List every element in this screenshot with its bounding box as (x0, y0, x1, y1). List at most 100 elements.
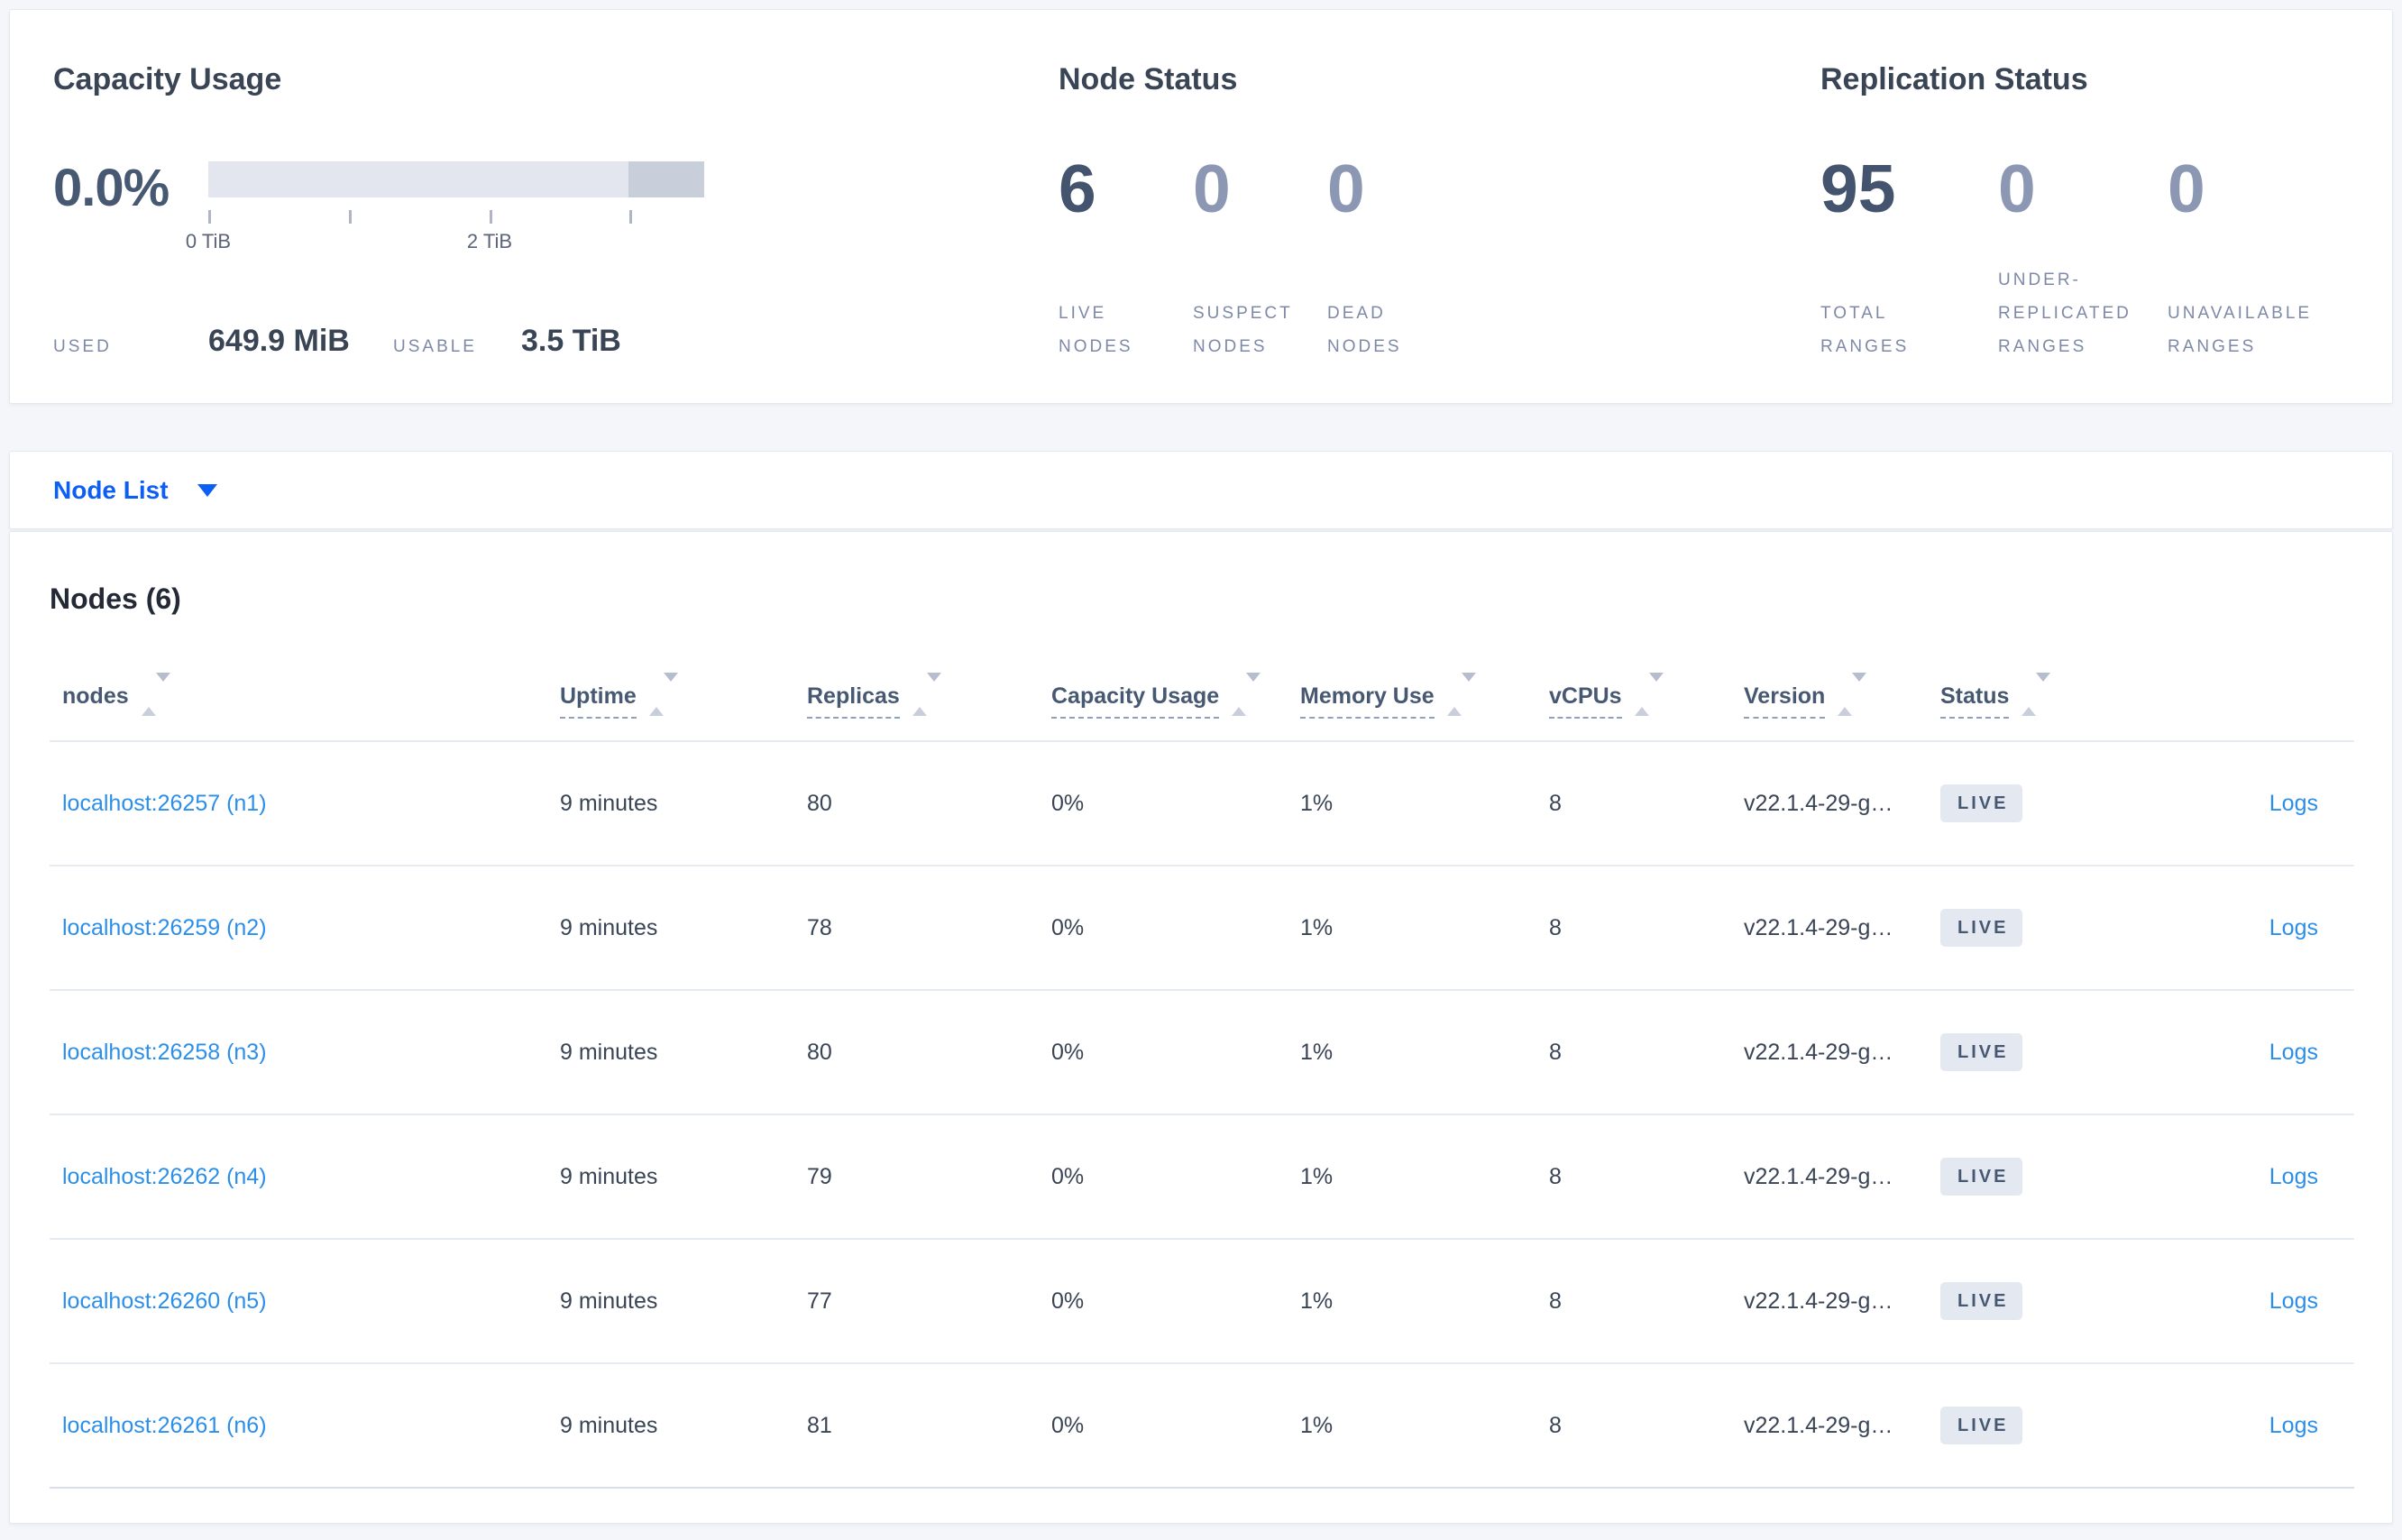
replicas-cell: 79 (807, 1114, 1051, 1240)
unavailable-ranges-label: UNAVAILABLE RANGES (2168, 304, 2313, 356)
sort-icon (1232, 673, 1261, 716)
column-header-memory-use[interactable]: Memory Use (1300, 619, 1549, 742)
sort-icon (141, 673, 170, 716)
version-cell: v22.1.4-29-g… (1744, 866, 1940, 991)
uptime-cell: 9 minutes (560, 866, 807, 991)
table-row: localhost:26262 (n4) 9 minutes 79 0% 1% … (50, 1114, 2354, 1240)
capacity-usage-summary: USED 649.9 MiB USABLE 3.5 TiB (53, 324, 738, 367)
usable-value: 3.5 TiB (521, 324, 621, 358)
sort-icon (1634, 673, 1664, 716)
column-header-nodes[interactable]: nodes (50, 619, 560, 742)
logs-link[interactable]: Logs (2269, 791, 2318, 816)
logs-link[interactable]: Logs (2269, 915, 2318, 940)
nodes-table: nodes Uptime Replicas Capacity Usage Mem… (50, 619, 2354, 1489)
version-cell: v22.1.4-29-g… (1744, 1114, 1940, 1240)
node-status-section: Node Status 6 0 0 LIVE NODES SUSPECT NOD… (1059, 10, 1744, 403)
node-link[interactable]: localhost:26262 (n4) (62, 1164, 267, 1189)
capacity-axis-ticks (208, 210, 704, 225)
column-header-replicas[interactable]: Replicas (807, 619, 1051, 742)
node-link[interactable]: localhost:26259 (n2) (62, 915, 267, 940)
capacity-cell: 0% (1051, 866, 1300, 991)
under-replicated-ranges-value: 0 (1998, 151, 2036, 226)
capacity-cell: 0% (1051, 990, 1300, 1115)
replicas-cell: 77 (807, 1239, 1051, 1364)
vcpus-cell: 8 (1549, 1114, 1744, 1240)
replicas-cell: 78 (807, 866, 1051, 991)
vcpus-cell: 8 (1549, 1239, 1744, 1364)
under-replicated-ranges-label: UNDER-REPLICATED RANGES (1998, 270, 2132, 356)
status-badge: LIVE (1940, 909, 2023, 947)
table-row: localhost:26259 (n2) 9 minutes 78 0% 1% … (50, 866, 2354, 991)
status-badge: LIVE (1940, 1282, 2023, 1320)
cluster-summary-card: Capacity Usage 0.0% 0 TiB 2 TiB USED 649… (9, 9, 2393, 404)
node-link[interactable]: localhost:26258 (n3) (62, 1040, 267, 1065)
dead-nodes-label: DEAD NODES (1327, 304, 1402, 356)
total-ranges-value: 95 (1820, 151, 1896, 226)
capacity-cell: 0% (1051, 1363, 1300, 1489)
memory-cell: 1% (1300, 1114, 1549, 1240)
uptime-cell: 9 minutes (560, 741, 807, 866)
nodes-table-card: Nodes (6) nodes Uptime Replicas Capacity… (9, 531, 2393, 1524)
column-header-status[interactable]: Status (1940, 619, 2139, 742)
node-status-values: 6 0 0 (1059, 152, 1462, 225)
table-row: localhost:26261 (n6) 9 minutes 81 0% 1% … (50, 1363, 2354, 1489)
column-header-vcpus[interactable]: vCPUs (1549, 619, 1744, 742)
replication-status-labels: TOTAL RANGES UNDER-REPLICATED RANGES UNA… (1820, 263, 2361, 363)
table-row: localhost:26260 (n5) 9 minutes 77 0% 1% … (50, 1239, 2354, 1364)
memory-cell: 1% (1300, 741, 1549, 866)
table-header-row: nodes Uptime Replicas Capacity Usage Mem… (50, 619, 2354, 742)
replication-status-title: Replication Status (1820, 62, 2088, 96)
column-header-uptime[interactable]: Uptime (560, 619, 807, 742)
uptime-cell: 9 minutes (560, 1363, 807, 1489)
sort-icon (648, 673, 678, 716)
status-badge: LIVE (1940, 1407, 2023, 1444)
unavailable-ranges-value: 0 (2168, 151, 2205, 226)
logs-link[interactable]: Logs (2269, 1164, 2318, 1189)
capacity-cell: 0% (1051, 1114, 1300, 1240)
node-link[interactable]: localhost:26261 (n6) (62, 1413, 267, 1438)
capacity-tick-label-2: 2 TiB (466, 230, 513, 252)
uptime-cell: 9 minutes (560, 990, 807, 1115)
used-value: 649.9 MiB (208, 324, 350, 358)
replicas-cell: 81 (807, 1363, 1051, 1489)
replicas-cell: 80 (807, 741, 1051, 866)
capacity-percent-value: 0.0% (53, 159, 170, 217)
usable-label: USABLE (393, 337, 477, 356)
chevron-down-icon (197, 483, 217, 497)
node-link[interactable]: localhost:26260 (n5) (62, 1288, 267, 1314)
logs-link[interactable]: Logs (2269, 1288, 2318, 1314)
vcpus-cell: 8 (1549, 866, 1744, 991)
status-badge: LIVE (1940, 1158, 2023, 1196)
status-badge: LIVE (1940, 784, 2023, 822)
uptime-cell: 9 minutes (560, 1114, 807, 1240)
used-label: USED (53, 337, 112, 356)
total-ranges-label: TOTAL RANGES (1820, 304, 1910, 356)
nodes-table-heading: Nodes (6) (50, 582, 181, 615)
node-list-dropdown-label: Node List (53, 475, 169, 504)
capacity-bar-dark-segment (628, 161, 704, 197)
logs-link[interactable]: Logs (2269, 1413, 2318, 1438)
memory-cell: 1% (1300, 1239, 1549, 1364)
replicas-cell: 80 (807, 990, 1051, 1115)
memory-cell: 1% (1300, 866, 1549, 991)
live-nodes-label: LIVE NODES (1059, 304, 1133, 356)
capacity-usage-section: Capacity Usage 0.0% 0 TiB 2 TiB USED 649… (53, 10, 738, 403)
status-badge: LIVE (1940, 1033, 2023, 1071)
memory-cell: 1% (1300, 990, 1549, 1115)
vcpus-cell: 8 (1549, 990, 1744, 1115)
column-header-capacity-usage[interactable]: Capacity Usage (1051, 619, 1300, 742)
table-row: localhost:26258 (n3) 9 minutes 80 0% 1% … (50, 990, 2354, 1115)
capacity-usage-bar (208, 161, 704, 197)
node-list-dropdown[interactable]: Node List (53, 476, 217, 505)
sort-icon (2022, 673, 2051, 716)
node-link[interactable]: localhost:26257 (n1) (62, 791, 267, 816)
column-header-version[interactable]: Version (1744, 619, 1940, 742)
replication-status-section: Replication Status 95 0 0 TOTAL RANGES U… (1820, 10, 2361, 403)
logs-link[interactable]: Logs (2269, 1040, 2318, 1065)
dead-nodes-value: 0 (1327, 151, 1365, 226)
capacity-tick-label-0: 0 TiB (185, 230, 232, 252)
capacity-usage-title: Capacity Usage (53, 62, 282, 96)
capacity-cell: 0% (1051, 1239, 1300, 1364)
version-cell: v22.1.4-29-g… (1744, 990, 1940, 1115)
suspect-nodes-label: SUSPECT NODES (1193, 304, 1293, 356)
